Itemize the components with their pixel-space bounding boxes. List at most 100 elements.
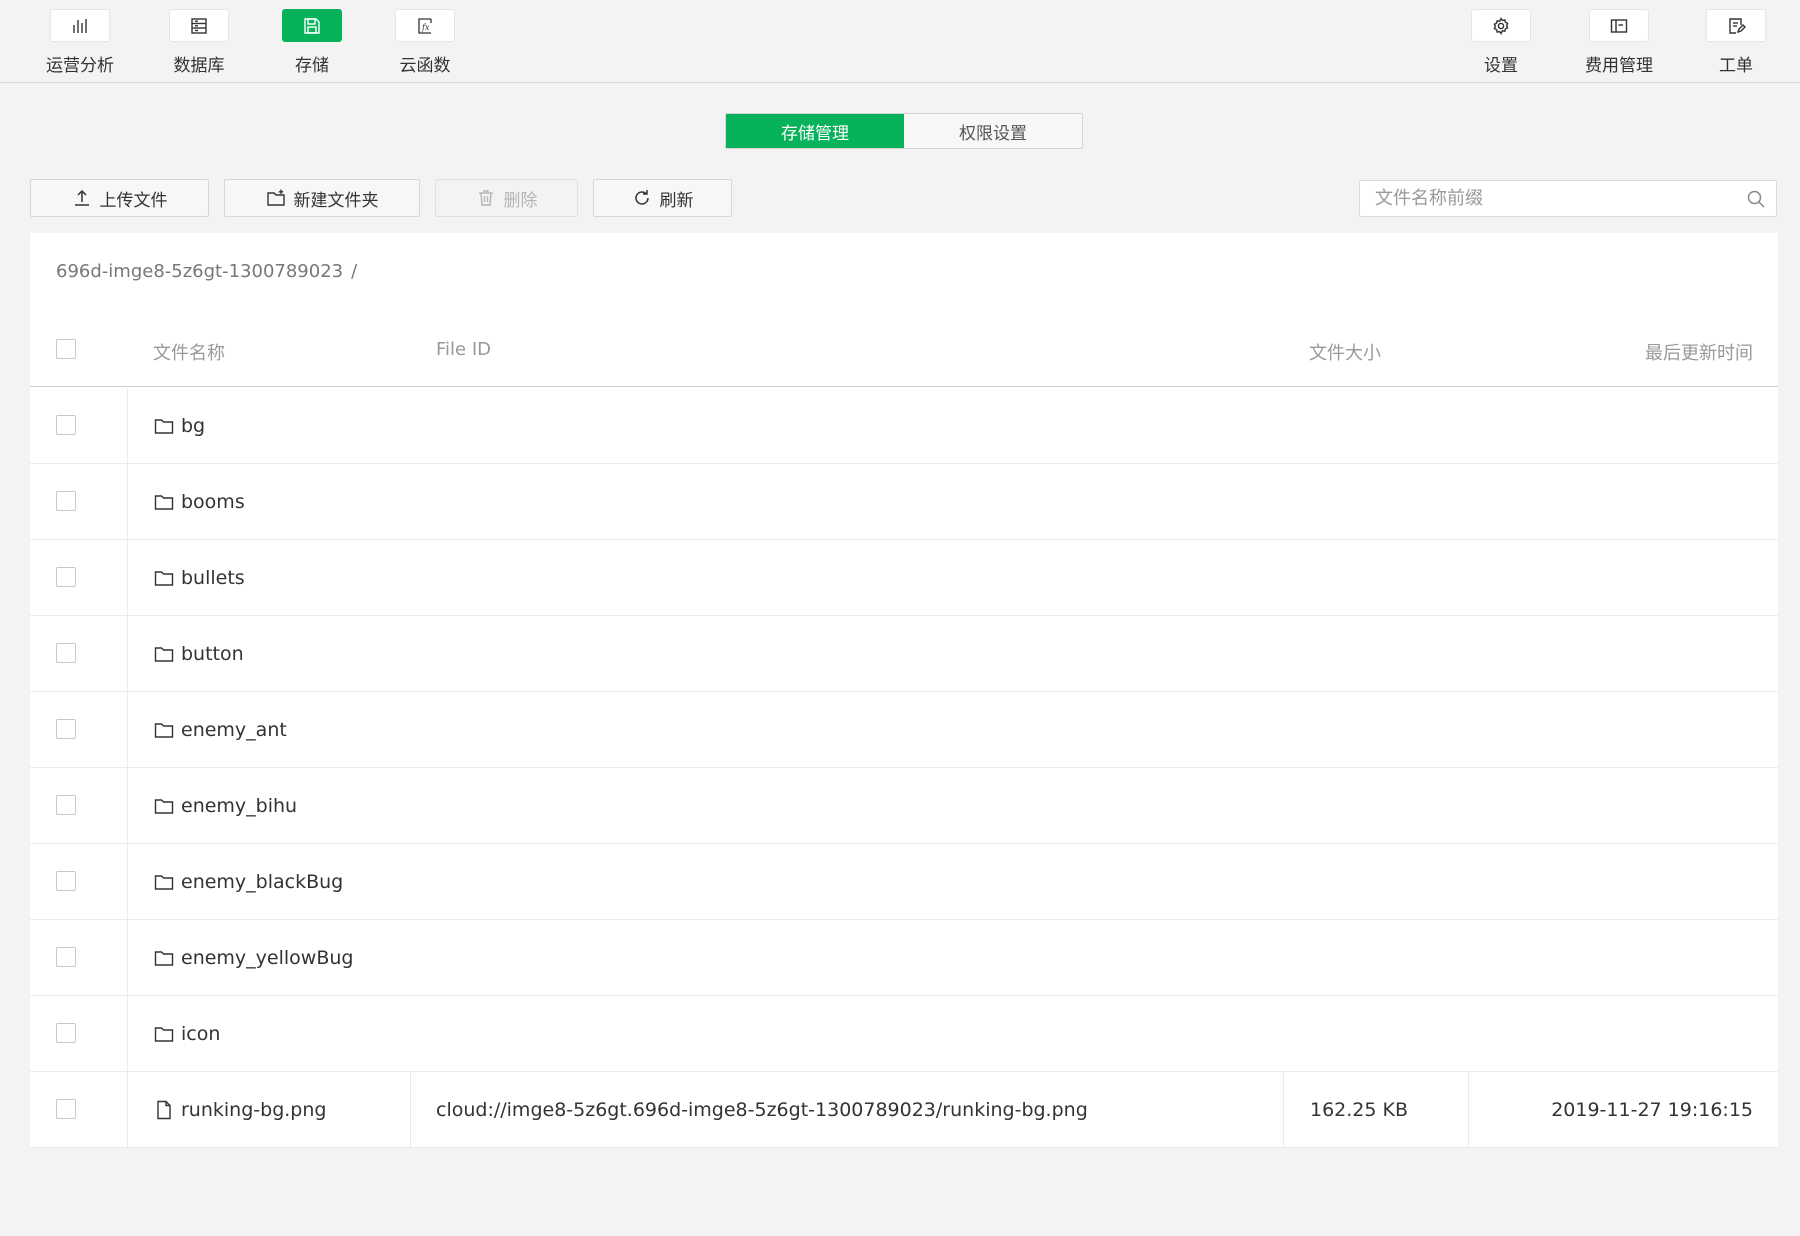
file-list-panel: 696d-imge8-5z6gt-1300789023 / 文件名称 File I…	[30, 233, 1778, 1148]
top-nav: 运营分析 数据库 存储 fx 云函数 设置 费用管理 工单	[0, 0, 1800, 83]
file-name: booms	[181, 491, 245, 513]
row-checkbox[interactable]	[56, 871, 76, 891]
header-last-updated: 最后更新时间	[1645, 343, 1753, 364]
column-divider	[127, 1072, 128, 1147]
nav-ticket-label: 工单	[1719, 56, 1753, 76]
refresh-icon	[634, 190, 649, 205]
nav-analytics-label: 运营分析	[46, 56, 114, 76]
file-name-link[interactable]: enemy_ant	[153, 692, 287, 768]
table-header: 文件名称 File ID 文件大小 最后更新时间	[30, 313, 1778, 387]
ticket-icon	[1706, 9, 1766, 42]
table-row[interactable]: enemy_ant	[30, 692, 1778, 768]
nav-cloud-function[interactable]: fx 云函数	[370, 9, 480, 79]
new-folder-icon	[266, 189, 285, 206]
nav-ticket[interactable]: 工单	[1681, 9, 1791, 79]
function-icon: fx	[395, 9, 455, 42]
upload-icon	[74, 189, 89, 206]
breadcrumb: 696d-imge8-5z6gt-1300789023 /	[56, 261, 357, 282]
database-icon	[169, 9, 229, 42]
file-name-link[interactable]: button	[153, 616, 244, 692]
file-name-link[interactable]: runking-bg.png	[153, 1072, 326, 1148]
svg-text:fx: fx	[421, 23, 430, 32]
save-icon	[282, 9, 342, 42]
table-row[interactable]: runking-bg.png cloud://imge8-5z6gt.696d-i…	[30, 1072, 1778, 1148]
trash-icon	[478, 190, 493, 206]
row-checkbox[interactable]	[56, 643, 76, 663]
column-divider	[127, 388, 128, 463]
file-name: icon	[181, 1023, 221, 1045]
file-id: cloud://imge8-5z6gt.696d-imge8-5z6gt-130…	[436, 1099, 1088, 1121]
gear-icon	[1471, 9, 1531, 42]
new-folder-button[interactable]: 新建文件夹	[224, 179, 420, 217]
folder-icon	[154, 723, 174, 738]
column-divider	[127, 464, 128, 539]
table-row[interactable]: enemy_bihu	[30, 768, 1778, 844]
search-input[interactable]	[1360, 181, 1776, 216]
table-row[interactable]: icon	[30, 996, 1778, 1072]
nav-cloud-function-label: 云函数	[399, 56, 451, 76]
folder-icon	[154, 495, 174, 510]
row-checkbox[interactable]	[56, 415, 76, 435]
table-row[interactable]: enemy_blackBug	[30, 844, 1778, 920]
row-checkbox[interactable]	[56, 795, 76, 815]
file-name-link[interactable]: bg	[153, 388, 205, 464]
column-divider	[1283, 1072, 1284, 1147]
search-icon[interactable]	[1746, 189, 1766, 209]
row-checkbox[interactable]	[56, 1023, 76, 1043]
last-updated: 2019-11-27 19:16:15	[1551, 1099, 1753, 1121]
row-checkbox[interactable]	[56, 567, 76, 587]
refresh-button[interactable]: 刷新	[593, 179, 732, 217]
table-row[interactable]: bullets	[30, 540, 1778, 616]
row-checkbox[interactable]	[56, 719, 76, 739]
file-name: bg	[181, 415, 206, 437]
folder-icon	[154, 1027, 174, 1042]
breadcrumb-bucket[interactable]: 696d-imge8-5z6gt-1300789023	[56, 261, 343, 282]
column-divider	[127, 616, 128, 691]
column-divider	[127, 844, 128, 919]
column-divider	[127, 768, 128, 843]
file-name-link[interactable]: bullets	[153, 540, 245, 616]
table-row[interactable]: bg	[30, 388, 1778, 464]
nav-billing-label: 费用管理	[1585, 56, 1653, 76]
file-name: bullets	[181, 567, 245, 589]
table-row[interactable]: booms	[30, 464, 1778, 540]
column-divider	[127, 540, 128, 615]
nav-settings[interactable]: 设置	[1446, 9, 1556, 79]
folder-icon	[154, 647, 174, 662]
file-name: runking-bg.png	[181, 1099, 327, 1121]
column-divider	[127, 920, 128, 995]
file-name-link[interactable]: icon	[153, 996, 220, 1072]
nav-database[interactable]: 数据库	[144, 9, 254, 79]
file-name: enemy_ant	[181, 719, 287, 741]
breadcrumb-separator: /	[351, 261, 358, 282]
upload-file-label: 上传文件	[99, 190, 168, 211]
row-checkbox[interactable]	[56, 491, 76, 511]
column-divider	[127, 996, 128, 1071]
select-all-checkbox[interactable]	[56, 339, 76, 359]
nav-billing[interactable]: 费用管理	[1564, 9, 1674, 79]
file-name-link[interactable]: enemy_yellowBug	[153, 920, 353, 996]
tab-storage-management[interactable]: 存储管理	[726, 114, 904, 148]
row-checkbox[interactable]	[56, 1099, 76, 1119]
upload-file-button[interactable]: 上传文件	[30, 179, 209, 217]
folder-icon	[154, 419, 174, 434]
nav-storage-label: 存储	[295, 56, 329, 76]
file-name-link[interactable]: enemy_blackBug	[153, 844, 343, 920]
header-file-size: 文件大小	[1309, 343, 1381, 364]
file-name-link[interactable]: enemy_bihu	[153, 768, 297, 844]
billing-icon	[1589, 9, 1649, 42]
nav-analytics[interactable]: 运营分析	[25, 9, 135, 79]
nav-storage[interactable]: 存储	[257, 9, 367, 79]
folder-icon	[154, 875, 174, 890]
tab-permission-settings[interactable]: 权限设置	[904, 114, 1082, 148]
file-icon	[157, 1100, 171, 1120]
row-checkbox[interactable]	[56, 947, 76, 967]
folder-icon	[154, 799, 174, 814]
delete-button[interactable]: 删除	[435, 179, 578, 217]
new-folder-label: 新建文件夹	[293, 190, 379, 211]
column-divider	[410, 1072, 411, 1147]
table-row[interactable]: enemy_yellowBug	[30, 920, 1778, 996]
file-name-link[interactable]: booms	[153, 464, 245, 540]
table-row[interactable]: button	[30, 616, 1778, 692]
file-size: 162.25 KB	[1310, 1099, 1409, 1121]
